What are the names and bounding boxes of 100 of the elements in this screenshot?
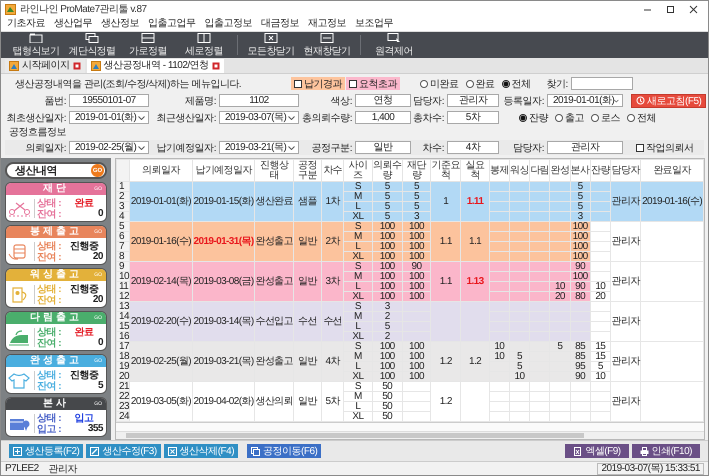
horizontal-scrollbar[interactable] [116,431,704,439]
text-field[interactable]: 일반 [355,141,411,154]
field-label: 납기예정일자: [156,142,217,154]
count-label: 잔여 : [37,250,62,264]
radio-label[interactable]: 출고 [565,110,584,124]
radio-button[interactable] [555,114,563,122]
menu-item[interactable]: 보조업무 [355,18,393,30]
action-button[interactable]: 생산등록(F2) [9,444,84,458]
radio-button[interactable] [466,80,474,88]
action-button[interactable]: 생산삭제(F4) [164,444,238,458]
text-field[interactable]: 연청 [355,94,411,107]
text-field[interactable]: 1102 [219,94,299,107]
table-cell: 샘플 [293,182,322,222]
radio-button[interactable] [420,80,428,88]
status-label: 상태 : [37,196,62,208]
tab-label: 생산공정내역 - 1102/연청 [104,60,209,72]
menu-item[interactable]: 대금정보 [261,18,299,30]
count-label: 잔여 : [37,294,62,306]
date-dropdown[interactable]: 2019-01-01(화) [69,111,149,124]
radio-label[interactable]: 미완료 [430,76,458,90]
field-label: 담당자: [412,94,445,108]
row-number: 14 [116,312,130,322]
text-field[interactable]: 관리자 [547,141,623,154]
row-number: 4 [116,212,130,222]
action-button[interactable]: 생산수정(F3) [86,444,161,458]
radio-button[interactable] [502,80,510,88]
checkbox[interactable]: 납기경과 [291,77,345,90]
document-tab[interactable]: 시작페이지 [5,59,84,73]
checkbox[interactable]: 작업의뢰서 [633,141,696,154]
tab-label: 시작페이지 [22,60,70,72]
table-cell: 2019-03-21(목) [192,342,255,382]
table-cell: 2019-01-31(목) [192,222,255,262]
menu-item[interactable]: 재고정보 [308,18,346,30]
toolbar-button[interactable]: 탭형식보기 [9,32,63,58]
row-number: 23 [116,402,130,412]
radio-label[interactable]: 로스 [601,110,620,124]
count-value: 20 [92,251,103,262]
table-cell: 2019-04-02(화) [192,382,255,422]
toolbar-button[interactable]: 가로정렬 [121,32,175,58]
count-value: 0 [96,208,103,219]
row-number: 16 [116,332,130,342]
radio-label[interactable]: 전체 [512,76,530,90]
caret-icon [138,116,145,120]
description-text: 생산공정내역을 관리(조회/수정/삭제)하는 메뉴입니다. [14,78,242,90]
table-cell: 완성출고 [254,342,294,382]
menu-item[interactable]: 기초자료 [7,18,45,30]
date-dropdown[interactable]: 2019-03-21(목) [219,141,299,154]
field-label: 차수: [422,142,445,154]
toolbar-button[interactable]: 모든창닫기 [244,32,298,58]
search-field[interactable] [570,77,633,90]
action-button[interactable]: 인쇄(F10) [632,444,700,458]
radio-label[interactable]: 전체 [637,110,656,124]
column-header: 잔량 [590,160,610,182]
column-header: 재단량 [402,160,431,182]
text-field[interactable]: 19550101-07 [69,94,149,107]
radio-button[interactable] [627,114,635,122]
action-button[interactable]: 공정이동(F6) [247,444,322,458]
table-cell: 일반 [293,222,322,262]
count-label: 입고 : [37,422,62,436]
radio-label[interactable]: 잔량 [529,110,548,124]
menu-item[interactable]: 입출고정보 [204,18,252,30]
toolbar-button[interactable]: 세로정렬 [177,32,231,58]
row-number: 12 [116,292,130,302]
menu-item[interactable]: 생산정보 [101,18,139,30]
menu-item[interactable]: 생산업무 [54,18,92,30]
caret-icon [288,116,295,120]
close-icon[interactable] [689,4,698,14]
text-field[interactable]: 관리자 [447,94,499,107]
toolbar-button[interactable]: 원격제어 [367,32,421,58]
toolbar-button[interactable]: 현재창닫기 [300,32,354,58]
row-number: 15 [116,322,130,332]
toolbar-button[interactable]: 계단식정렬 [65,32,119,58]
radio-button[interactable] [591,114,599,122]
stage-title: 본사 [43,398,69,410]
row-number: 5 [116,222,130,232]
field-label: 최초생산일자: [6,112,67,124]
date-dropdown[interactable]: 2019-03-07(목) [219,111,299,124]
row-number: 1 [116,182,130,192]
text-field[interactable]: 5차 [447,111,499,124]
date-dropdown[interactable]: 2019-01-01(화) [547,94,623,107]
field-label: 등록일자: [502,94,545,108]
maximize-icon[interactable] [666,4,675,14]
text-field[interactable]: 1,400 [355,111,411,124]
radio-button[interactable] [519,114,527,122]
table-cell: 관리자 [610,182,641,222]
checkbox[interactable]: 요척초과 [346,77,400,90]
table-cell: 10 [590,372,610,382]
table-cell: 5차 [322,382,344,422]
document-tab[interactable]: 생산공정내역 - 1102/연청 [86,59,224,73]
refresh-button[interactable]: 새로고침(F5) [631,94,706,108]
date-dropdown[interactable]: 2019-02-25(월) [69,141,149,154]
column-header: 진행상태 [254,160,294,182]
table-cell: 1.2 [460,342,490,382]
app-icon [5,4,16,14]
row-number: 11 [116,282,130,292]
menu-item[interactable]: 입출고업무 [148,18,196,30]
text-field[interactable]: 4차 [447,141,499,154]
action-button[interactable]: 엑셀(F9) [565,444,629,458]
radio-label[interactable]: 완료 [476,76,494,90]
row-number: 19 [116,362,130,372]
